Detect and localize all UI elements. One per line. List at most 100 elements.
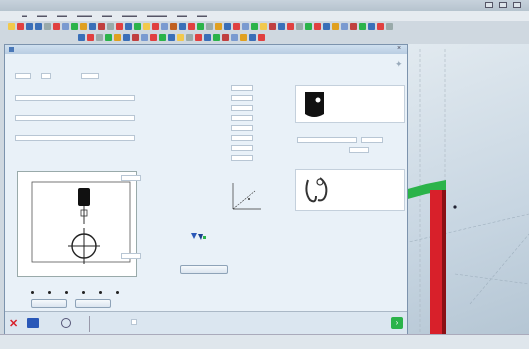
settings-icon[interactable]: ✦	[395, 59, 403, 70]
save-icon[interactable]	[27, 318, 39, 328]
maximize-icon[interactable]	[499, 2, 507, 8]
toolbar-button-icon[interactable]	[8, 23, 15, 30]
toolbar-button-icon[interactable]	[35, 23, 42, 30]
menu-item[interactable]: ▬▬▬	[77, 13, 92, 19]
left-action-button[interactable]	[31, 299, 67, 308]
top-input-2[interactable]	[41, 73, 51, 79]
toolbar-button-icon[interactable]	[386, 23, 393, 30]
param-input[interactable]	[231, 155, 253, 161]
toolbar-button-icon[interactable]	[231, 34, 238, 41]
toolbar-button-icon[interactable]	[204, 34, 211, 41]
toolbar-button-icon[interactable]	[107, 23, 114, 30]
toolbar-button-icon[interactable]	[89, 23, 96, 30]
toolbar-button-icon[interactable]	[132, 34, 139, 41]
toolbar-button-icon[interactable]	[105, 34, 112, 41]
field-input[interactable]	[15, 135, 135, 141]
section2-value[interactable]	[349, 147, 369, 153]
toolbar-button-icon[interactable]	[188, 23, 195, 30]
menu-item[interactable]: ▬▬▬▬	[147, 13, 167, 19]
toolbar-button-icon[interactable]	[287, 23, 294, 30]
param-input[interactable]	[231, 85, 253, 91]
top-input-1[interactable]	[15, 73, 31, 79]
toolbar-button-icon[interactable]	[368, 23, 375, 30]
toolbar-button-icon[interactable]	[260, 23, 267, 30]
toolbar-button-icon[interactable]	[62, 23, 69, 30]
schematic-top-input[interactable]	[121, 175, 141, 181]
position-dot[interactable]	[48, 291, 51, 294]
calculate-button[interactable]	[180, 265, 228, 274]
toolbar-button-icon[interactable]	[141, 34, 148, 41]
section2-input[interactable]	[361, 137, 383, 143]
toolbar-button-icon[interactable]	[26, 23, 33, 30]
right-action-button[interactable]	[75, 299, 111, 308]
param-input[interactable]	[231, 125, 253, 131]
close-icon[interactable]	[513, 2, 521, 8]
dialog-close-icon[interactable]: ×	[397, 45, 401, 52]
menu-item[interactable]: ▬▬	[177, 13, 187, 19]
toolbar-button-icon[interactable]	[71, 23, 78, 30]
toolbar-button-icon[interactable]	[359, 23, 366, 30]
section2-input[interactable]	[297, 137, 357, 143]
toolbar-button-icon[interactable]	[323, 23, 330, 30]
field-input[interactable]	[15, 95, 135, 101]
field-input[interactable]	[15, 115, 135, 121]
position-dot[interactable]	[65, 291, 68, 294]
menu-item[interactable]: ▬▬	[37, 13, 47, 19]
section1-card[interactable]	[295, 85, 405, 123]
position-dot[interactable]	[116, 291, 119, 294]
toolbar-button-icon[interactable]	[125, 23, 132, 30]
toolbar-button-icon[interactable]	[305, 23, 312, 30]
toolbar-button-icon[interactable]	[314, 23, 321, 30]
toolbar-button-icon[interactable]	[233, 23, 240, 30]
toolbar-button-icon[interactable]	[296, 23, 303, 30]
toolbar-button-icon[interactable]	[215, 23, 222, 30]
position-dot[interactable]	[31, 291, 34, 294]
toolbar-button-icon[interactable]	[143, 23, 150, 30]
toolbar-button-icon[interactable]	[213, 34, 220, 41]
minimize-icon[interactable]	[485, 2, 493, 8]
toolbar-button-icon[interactable]	[116, 23, 123, 30]
toolbar-button-icon[interactable]	[251, 23, 258, 30]
toolbar-button-icon[interactable]	[341, 23, 348, 30]
toolbar-button-icon[interactable]	[150, 34, 157, 41]
toolbar-button-icon[interactable]	[278, 23, 285, 30]
param-input[interactable]	[231, 115, 253, 121]
3d-viewport[interactable]	[400, 44, 529, 334]
toolbar-button-icon[interactable]	[195, 34, 202, 41]
menu-item[interactable]: ▬▬▬	[122, 13, 137, 19]
toolbar-button-icon[interactable]	[179, 23, 186, 30]
cancel-icon[interactable]: ✕	[9, 317, 18, 330]
schematic-bottom-input[interactable]	[121, 253, 141, 259]
param-input[interactable]	[231, 145, 253, 151]
param-input[interactable]	[231, 105, 253, 111]
menu-item[interactable]: ▬▬	[57, 13, 67, 19]
toolbar-button-icon[interactable]	[123, 34, 130, 41]
toolbar-button-icon[interactable]	[159, 34, 166, 41]
refresh-icon[interactable]	[61, 318, 71, 328]
toolbar-button-icon[interactable]	[240, 34, 247, 41]
toolbar-button-icon[interactable]	[170, 23, 177, 30]
toolbar-button-icon[interactable]	[258, 34, 265, 41]
toolbar-button-icon[interactable]	[114, 34, 121, 41]
toolbar-button-icon[interactable]	[161, 23, 168, 30]
top-input-3[interactable]	[81, 73, 99, 79]
toolbar-button-icon[interactable]	[17, 23, 24, 30]
toolbar-button-icon[interactable]	[168, 34, 175, 41]
toolbar-button-icon[interactable]	[249, 34, 256, 41]
toolbar-button-icon[interactable]	[242, 23, 249, 30]
toolbar-button-icon[interactable]	[78, 34, 85, 41]
red-column[interactable]	[430, 190, 442, 334]
param-input[interactable]	[231, 135, 253, 141]
section3-card[interactable]	[295, 169, 405, 211]
weld-icon[interactable]	[189, 231, 207, 243]
toolbar-button-icon[interactable]	[53, 23, 60, 30]
apply-arrow-icon[interactable]: ›	[391, 317, 403, 329]
position-dot[interactable]	[82, 291, 85, 294]
menu-item[interactable]: ▬	[22, 13, 27, 19]
toolbar-button-icon[interactable]	[152, 23, 159, 30]
menu-item[interactable]: ▬▬	[197, 13, 207, 19]
toolbar-button-icon[interactable]	[377, 23, 384, 30]
toolbar-button-icon[interactable]	[177, 34, 184, 41]
toolbar-button-icon[interactable]	[222, 34, 229, 41]
menu-item[interactable]: ▬▬	[102, 13, 112, 19]
